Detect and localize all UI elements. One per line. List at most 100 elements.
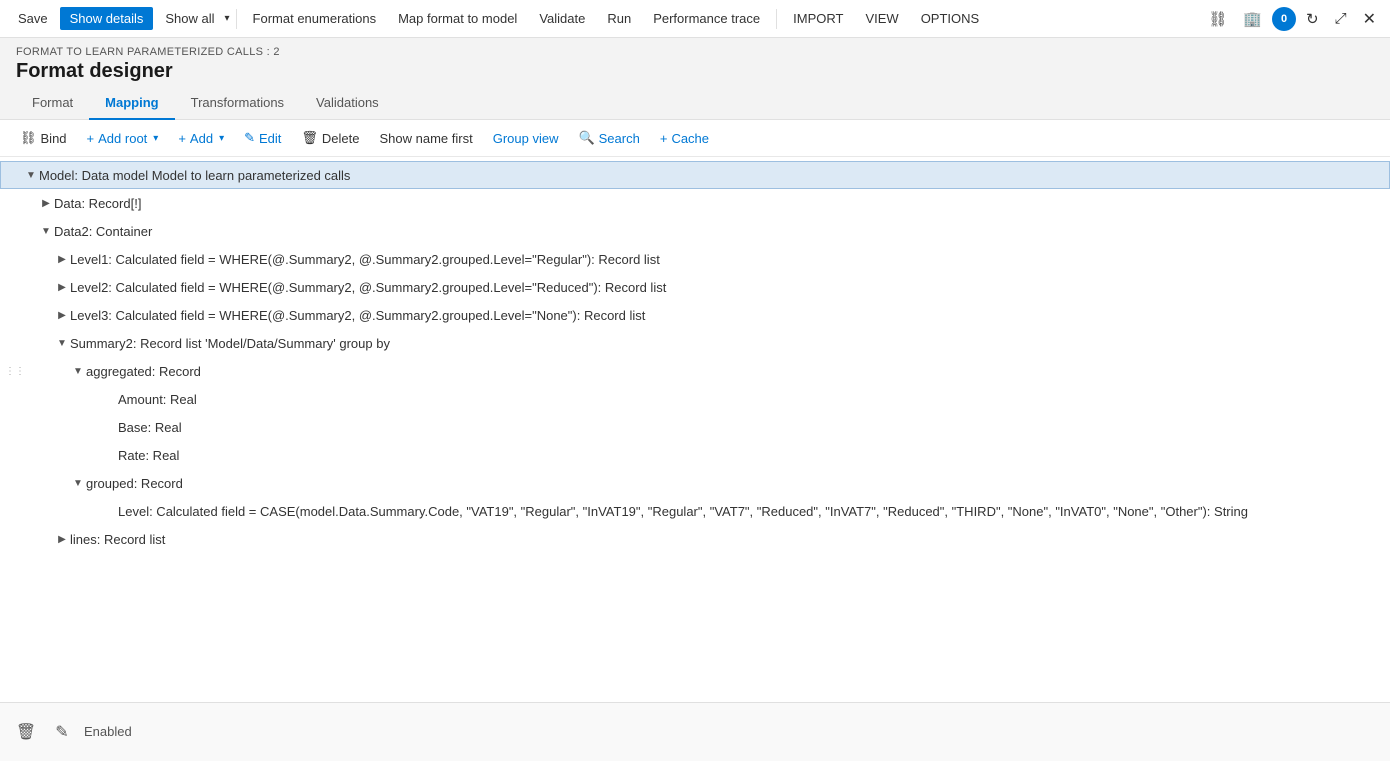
tree-row-root[interactable]: ▼Model: Data model Model to learn parame…: [0, 161, 1390, 189]
content-area: ⛓ Bind + Add root ▾ + Add ▾ ✎ Edit 🗑 Del…: [0, 120, 1390, 702]
tree-row-data[interactable]: ▶Data: Record[!]: [0, 189, 1390, 217]
edit-button[interactable]: ✎ Edit: [236, 126, 289, 150]
add-chevron-icon[interactable]: ▾: [219, 133, 224, 144]
label-base: Base: Real: [118, 420, 1390, 435]
toggle-base: [102, 419, 118, 435]
toggle-level3[interactable]: ▶: [54, 307, 70, 323]
toggle-grouped[interactable]: ▼: [70, 475, 86, 491]
show-name-first-button[interactable]: Show name first: [372, 127, 481, 150]
bottom-panel: 🗑 ✎ Enabled: [0, 702, 1390, 761]
save-button[interactable]: Save: [8, 7, 58, 30]
cache-button[interactable]: + Cache: [652, 127, 717, 150]
search-icon: 🔍: [578, 130, 594, 146]
tab-transformations[interactable]: Transformations: [175, 87, 300, 120]
toggle-level1[interactable]: ▶: [54, 251, 70, 267]
toggle-amount: [102, 391, 118, 407]
enabled-status: Enabled: [84, 724, 132, 739]
tree-row-level3[interactable]: ▶Level3: Calculated field = WHERE(@.Summ…: [0, 301, 1390, 329]
label-grouped: grouped: Record: [86, 476, 1390, 491]
run-button[interactable]: Run: [597, 7, 641, 30]
tree-row-amount[interactable]: Amount: Real: [0, 385, 1390, 413]
search-label: Search: [599, 131, 640, 146]
delete-trash-icon: 🗑: [301, 130, 318, 146]
show-details-button[interactable]: Show details: [60, 7, 154, 30]
toggle-aggregated[interactable]: ▼: [70, 363, 86, 379]
edit-label: Edit: [259, 131, 281, 146]
label-root: Model: Data model Model to learn paramet…: [39, 168, 1389, 183]
bind-icon: ⛓: [20, 130, 37, 146]
toolbar-icons: ⛓ 🏢 0 ↻ ⤢ ✕: [1202, 5, 1382, 33]
label-level_field: Level: Calculated field = CASE(model.Dat…: [118, 504, 1390, 519]
add-button[interactable]: + Add ▾: [170, 127, 232, 150]
toggle-lines[interactable]: ▶: [54, 531, 70, 547]
format-enumerations-button[interactable]: Format enumerations: [243, 7, 387, 30]
tab-format[interactable]: Format: [16, 87, 89, 120]
page-title: Format designer: [16, 60, 1374, 83]
validate-button[interactable]: Validate: [529, 7, 595, 30]
tree-row-rate[interactable]: Rate: Real: [0, 441, 1390, 469]
edit-pencil-icon: ✎: [244, 130, 255, 146]
page-subtitle: FORMAT TO LEARN PARAMETERIZED CALLS : 2: [16, 46, 1374, 58]
office-icon-btn[interactable]: 🏢: [1237, 6, 1268, 32]
drag-handle-aggregated[interactable]: ⋮⋮: [8, 366, 22, 377]
add-root-label: Add root: [98, 131, 147, 146]
performance-trace-button[interactable]: Performance trace: [643, 7, 770, 30]
tab-validations[interactable]: Validations: [300, 87, 395, 120]
toggle-summary2[interactable]: ▼: [54, 335, 70, 351]
link-icon-btn[interactable]: ⛓: [1202, 6, 1233, 32]
edit-bottom-button[interactable]: ✎: [48, 718, 76, 746]
tree-row-aggregated[interactable]: ⋮⋮ ▼aggregated: Record: [0, 357, 1390, 385]
tree-row-level1[interactable]: ▶Level1: Calculated field = WHERE(@.Summ…: [0, 245, 1390, 273]
options-button[interactable]: OPTIONS: [911, 7, 990, 30]
add-root-button[interactable]: + Add root ▾: [79, 127, 167, 150]
page-header: FORMAT TO LEARN PARAMETERIZED CALLS : 2 …: [0, 38, 1390, 83]
close-icon-btn[interactable]: ✕: [1357, 5, 1382, 33]
add-root-plus-icon: +: [87, 131, 95, 146]
group-view-label: Group view: [493, 131, 559, 146]
tree-row-base[interactable]: Base: Real: [0, 413, 1390, 441]
notification-badge[interactable]: 0: [1272, 7, 1296, 31]
label-level1: Level1: Calculated field = WHERE(@.Summa…: [70, 252, 1390, 267]
separator-1: [236, 9, 237, 29]
view-button[interactable]: VIEW: [855, 7, 908, 30]
search-button[interactable]: 🔍 Search: [570, 126, 647, 150]
tree-row-data2[interactable]: ▼Data2: Container: [0, 217, 1390, 245]
import-button[interactable]: IMPORT: [783, 7, 853, 30]
bind-button[interactable]: ⛓ Bind: [12, 126, 75, 150]
tabs-bar: Format Mapping Transformations Validatio…: [0, 87, 1390, 120]
cache-label: Cache: [671, 131, 709, 146]
label-level3: Level3: Calculated field = WHERE(@.Summa…: [70, 308, 1390, 323]
label-aggregated: aggregated: Record: [86, 364, 1390, 379]
label-lines: lines: Record list: [70, 532, 1390, 547]
tree-area: ▼Model: Data model Model to learn parame…: [0, 157, 1390, 702]
toggle-data[interactable]: ▶: [38, 195, 54, 211]
action-bar: ⛓ Bind + Add root ▾ + Add ▾ ✎ Edit 🗑 Del…: [0, 120, 1390, 157]
toggle-level2[interactable]: ▶: [54, 279, 70, 295]
tree-row-level2[interactable]: ▶Level2: Calculated field = WHERE(@.Summ…: [0, 273, 1390, 301]
delete-button[interactable]: 🗑 Delete: [293, 126, 367, 150]
main-layout: FORMAT TO LEARN PARAMETERIZED CALLS : 2 …: [0, 38, 1390, 761]
open-new-icon-btn[interactable]: ⤢: [1329, 6, 1353, 31]
tab-mapping[interactable]: Mapping: [89, 87, 174, 120]
group-view-button[interactable]: Group view: [485, 127, 567, 150]
tree-row-level_field[interactable]: Level: Calculated field = CASE(model.Dat…: [0, 497, 1390, 525]
delete-bottom-button[interactable]: 🗑: [12, 718, 40, 746]
main-toolbar: Save Show details Show all ▾ Format enum…: [0, 0, 1390, 38]
add-label: Add: [190, 131, 213, 146]
delete-label: Delete: [322, 131, 360, 146]
show-all-button[interactable]: Show all: [155, 7, 224, 30]
toggle-root[interactable]: ▼: [23, 167, 39, 183]
refresh-icon-btn[interactable]: ↻: [1300, 6, 1325, 32]
tree-row-grouped[interactable]: ▼grouped: Record: [0, 469, 1390, 497]
bind-label: Bind: [41, 131, 67, 146]
map-format-button[interactable]: Map format to model: [388, 7, 527, 30]
toggle-level_field: [102, 503, 118, 519]
add-root-chevron-icon[interactable]: ▾: [153, 133, 158, 144]
show-name-first-label: Show name first: [380, 131, 473, 146]
tree-row-lines[interactable]: ▶lines: Record list: [0, 525, 1390, 553]
separator-2: [776, 9, 777, 29]
show-all-chevron-icon[interactable]: ▾: [225, 13, 230, 24]
toggle-data2[interactable]: ▼: [38, 223, 54, 239]
tree-row-summary2[interactable]: ▼Summary2: Record list 'Model/Data/Summa…: [0, 329, 1390, 357]
notification-count: 0: [1281, 13, 1287, 25]
